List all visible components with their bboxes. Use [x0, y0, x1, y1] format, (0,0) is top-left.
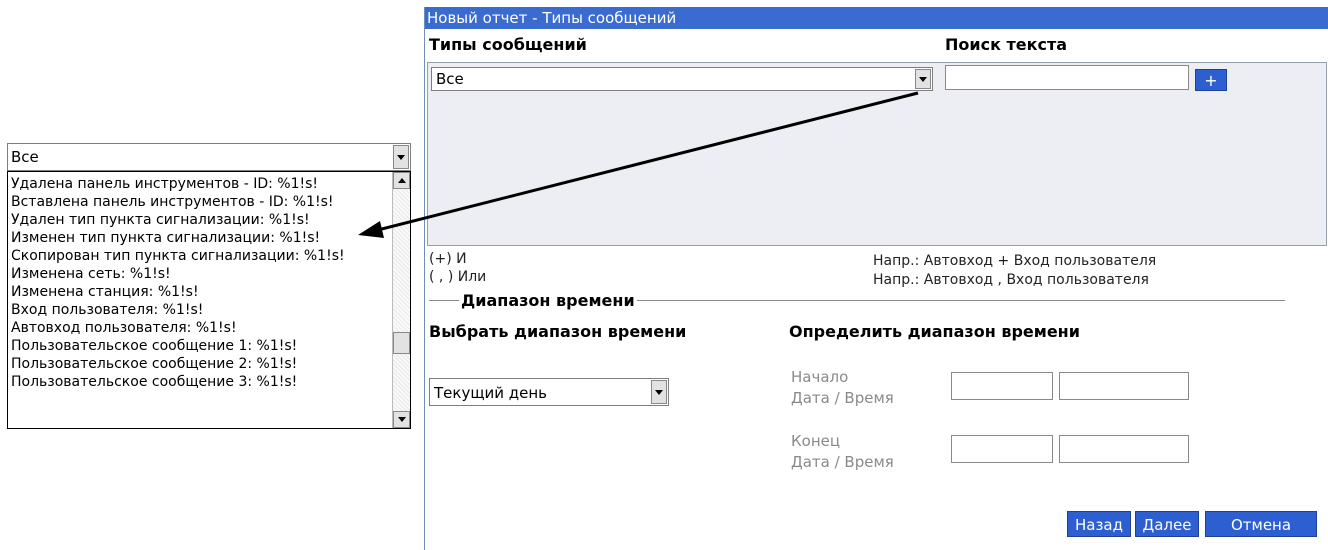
end-label: Конец [791, 432, 841, 450]
chevron-down-icon [397, 417, 406, 422]
scroll-up-button[interactable] [393, 172, 410, 189]
scroll-thumb[interactable] [393, 332, 410, 354]
dialog-title: Новый отчет - Типы сообщений [425, 7, 1328, 29]
chevron-down-icon[interactable] [651, 380, 667, 404]
back-button[interactable]: Назад [1067, 511, 1131, 537]
start-time-input[interactable] [1059, 372, 1189, 400]
start-date-input[interactable] [951, 372, 1053, 400]
option-station-changed[interactable]: Изменена станция: %1!s! [11, 283, 199, 301]
scroll-down-button[interactable] [393, 411, 410, 428]
chevron-down-icon[interactable] [915, 69, 931, 89]
option-user-message-2[interactable]: Пользовательское сообщение 2: %1!s! [11, 355, 297, 373]
or-example: Напр.: Автовход , Вход пользователя [873, 272, 1149, 288]
option-alarm-type-changed[interactable]: Изменен тип пункта сигнализации: %1!s! [11, 229, 320, 247]
option-user-message-3[interactable]: Пользовательское сообщение 3: %1!s! [11, 373, 297, 391]
end-time-input[interactable] [1059, 435, 1189, 463]
search-text-header: Поиск текста [945, 35, 1068, 54]
option-network-changed[interactable]: Изменена сеть: %1!s! [11, 265, 171, 283]
and-example: Напр.: Автовход + Вход пользователя [873, 253, 1157, 269]
message-type-options-list[interactable]: Удалена панель инструментов - ID: %1!s! … [7, 171, 411, 429]
message-type-value: Все [436, 70, 464, 88]
end-sub-label: Дата / Время [791, 453, 894, 471]
option-user-login[interactable]: Вход пользователя: %1!s! [11, 301, 203, 319]
cancel-button[interactable]: Отмена [1205, 511, 1317, 537]
option-user-message-1[interactable]: Пользовательское сообщение 1: %1!s! [11, 337, 297, 355]
time-range-value: Текущий день [434, 384, 547, 402]
add-search-term-button[interactable]: + [1195, 69, 1227, 91]
start-label: Начало [791, 368, 849, 386]
start-sub-label: Дата / Время [791, 389, 894, 407]
message-type-select[interactable]: Все [431, 67, 933, 91]
expanded-message-type-select[interactable]: Все [7, 143, 411, 171]
search-text-input[interactable] [945, 65, 1189, 90]
chevron-down-icon[interactable] [393, 145, 409, 169]
or-hint: ( , ) Или [429, 269, 487, 285]
and-hint: (+) И [429, 251, 467, 267]
message-types-header: Типы сообщений [429, 35, 587, 54]
option-user-autologin[interactable]: Автовход пользователя: %1!s! [11, 319, 237, 337]
option-alarm-type-copied[interactable]: Скопирован тип пункта сигнализации: %1!s… [11, 247, 345, 265]
next-button[interactable]: Далее [1135, 511, 1199, 537]
option-toolbar-inserted[interactable]: Вставлена панель инструментов - ID: %1!s… [11, 193, 334, 211]
end-date-input[interactable] [951, 435, 1053, 463]
select-time-range-header: Выбрать диапазон времени [429, 322, 687, 341]
option-alarm-type-deleted[interactable]: Удален тип пункта сигнализации: %1!s! [11, 211, 310, 229]
chevron-up-icon [397, 178, 406, 183]
options-scrollbar[interactable] [392, 172, 410, 428]
define-time-range-header: Определить диапазон времени [789, 322, 1080, 341]
option-toolbar-deleted[interactable]: Удалена панель инструментов - ID: %1!s! [11, 175, 318, 193]
new-report-dialog: Новый отчет - Типы сообщений Типы сообще… [424, 7, 1328, 550]
expanded-select-value: Все [11, 148, 39, 166]
time-range-legend: Диапазон времени [459, 291, 637, 310]
time-range-select[interactable]: Текущий день [429, 378, 669, 406]
